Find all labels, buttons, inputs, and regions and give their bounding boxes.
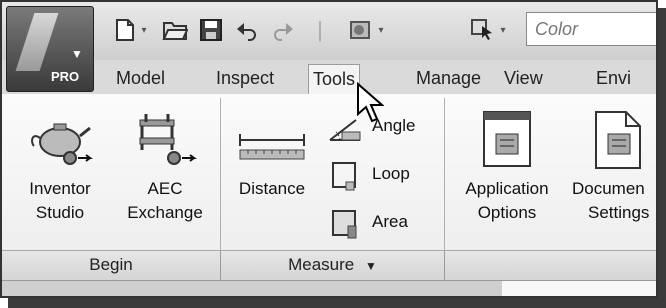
aec-exchange-label-line1: AEC — [147, 179, 183, 198]
loop-measure-icon — [332, 162, 356, 191]
panel-title-begin: Begin — [89, 255, 133, 274]
redo-icon — [274, 23, 293, 41]
application-window: ▾ | ▾ ▾ Color ▼ PRO Model Inspect Tools … — [0, 0, 658, 298]
save-icon — [200, 19, 222, 41]
save-button[interactable] — [196, 16, 226, 44]
tab-tools[interactable]: Tools — [308, 64, 361, 95]
ribbon-tab-strip: Model Inspect Tools Manage View Envi — [2, 60, 656, 95]
panel-separator — [444, 98, 445, 272]
loop-label: Loop — [372, 164, 410, 183]
inventor-studio-label-line2: Studio — [35, 203, 85, 222]
application-menu-button[interactable]: ▼ PRO — [6, 6, 94, 92]
color-field[interactable]: Color — [526, 12, 656, 46]
area-button[interactable]: Area — [328, 206, 432, 242]
tab-inspect[interactable]: Inspect — [212, 64, 278, 92]
open-button[interactable] — [160, 16, 190, 44]
drop-shadow-bottom — [8, 298, 666, 308]
chevron-down-icon: ▼ — [71, 47, 83, 61]
undo-button[interactable] — [232, 16, 262, 44]
document-settings-label-line1: Documen — [572, 179, 645, 198]
distance-label: Distance — [238, 179, 306, 198]
undo-icon — [237, 23, 256, 41]
teapot-render-icon — [31, 123, 93, 165]
tab-manage[interactable]: Manage — [412, 64, 485, 92]
chevron-down-icon: ▾ — [141, 24, 147, 36]
appearance-icon — [350, 21, 371, 39]
title-bar: ▾ | ▾ ▾ Color — [2, 2, 656, 60]
document-settings-icon — [595, 111, 641, 169]
panel-separator — [220, 98, 221, 272]
area-label: Area — [372, 212, 408, 231]
aec-exchange-icon — [139, 114, 197, 165]
application-options-label-line1: Application — [465, 179, 549, 198]
inventor-studio-label-line1: Inventor — [29, 179, 91, 198]
new-file-icon — [116, 19, 135, 41]
new-file-button[interactable]: ▾ — [104, 16, 156, 44]
appearance-button[interactable]: ▾ — [338, 16, 394, 44]
aec-exchange-label-line2: Exchange — [127, 203, 203, 222]
drop-shadow-right — [658, 8, 666, 308]
application-options-label-line2: Options — [477, 203, 537, 222]
chevron-down-icon: ▾ — [500, 24, 506, 36]
tab-environments[interactable]: Envi — [592, 64, 635, 92]
loop-button[interactable]: Loop — [328, 158, 432, 194]
tab-view[interactable]: View — [500, 64, 547, 92]
redo-button[interactable] — [268, 16, 298, 44]
ruler-distance-icon — [239, 134, 305, 160]
chevron-down-icon: ▼ — [364, 259, 377, 273]
inventor-logo-icon — [15, 13, 59, 71]
select-button[interactable]: ▾ — [460, 16, 516, 44]
chevron-down-icon: ▾ — [378, 24, 384, 36]
application-options-button[interactable]: Application Options — [448, 106, 566, 234]
distance-button[interactable]: Distance — [224, 106, 320, 234]
edition-badge: PRO — [51, 69, 80, 84]
area-measure-icon — [332, 210, 357, 239]
select-icon — [471, 19, 493, 40]
status-strip — [2, 280, 656, 296]
tab-model[interactable]: Model — [112, 64, 169, 92]
panel-title-measure[interactable]: Measure ▼ — [221, 250, 444, 280]
document-settings-label-line2: Settings — [588, 203, 650, 222]
status-strip-segment — [502, 281, 656, 296]
document-settings-button[interactable]: Documen Settings — [568, 106, 656, 234]
inventor-studio-button[interactable]: Inventor Studio — [8, 106, 112, 234]
qat-separator: | — [317, 17, 323, 42]
application-options-icon — [483, 111, 531, 167]
open-folder-icon — [162, 22, 188, 40]
aec-exchange-button[interactable]: AEC Exchange — [112, 106, 218, 234]
panel-title-measure-label: Measure — [288, 255, 355, 274]
mouse-cursor-icon — [357, 82, 384, 123]
